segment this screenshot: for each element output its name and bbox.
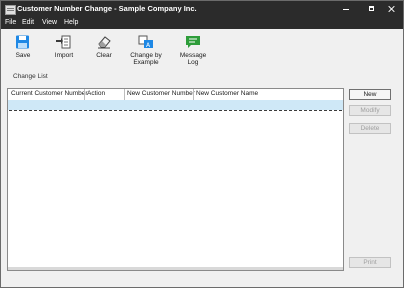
title-bar[interactable]: Customer Number Change - Sample Company …: [1, 1, 403, 18]
new-button-label: New: [363, 91, 377, 98]
new-row-placeholder[interactable]: [8, 100, 343, 110]
column-new-customer-name[interactable]: New Customer Name: [196, 90, 258, 97]
modify-button-label: Modify: [360, 107, 380, 114]
clear-button[interactable]: Clear: [91, 32, 117, 68]
app-icon: [5, 5, 16, 15]
close-button[interactable]: [382, 2, 402, 16]
column-separator: [124, 89, 125, 100]
change-list-grid[interactable]: Current Customer Number Action New Custo…: [7, 88, 344, 271]
save-label: Save: [15, 52, 31, 59]
change-by-example-button[interactable]: A Change by Example: [127, 32, 165, 68]
delete-button-label: Delete: [360, 125, 380, 132]
maximize-button[interactable]: [362, 2, 382, 16]
column-current-customer-number[interactable]: Current Customer Number: [11, 90, 88, 97]
save-icon: [16, 35, 29, 49]
message-log-label-1: Message: [179, 52, 207, 59]
toolbar: Save Import Clear A Change by Example Me…: [1, 29, 403, 71]
change-by-example-icon: A: [138, 35, 153, 49]
modify-button[interactable]: Modify: [349, 105, 391, 116]
import-button[interactable]: Import: [51, 32, 77, 68]
import-icon: [56, 35, 71, 49]
change-list-label: Change List: [13, 73, 48, 80]
print-button-label: Print: [363, 259, 377, 266]
menu-bar: File Edit View Help: [1, 18, 403, 29]
menu-file[interactable]: File: [5, 19, 16, 26]
menu-edit[interactable]: Edit: [22, 19, 34, 26]
new-button[interactable]: New: [349, 89, 391, 100]
change-by-example-label-1: Change by: [130, 52, 162, 59]
change-by-example-label-2: Example: [133, 59, 159, 66]
column-action[interactable]: Action: [87, 90, 105, 97]
save-button[interactable]: Save: [9, 32, 37, 68]
message-log-label-2: Log: [187, 59, 199, 66]
column-separator: [193, 89, 194, 100]
print-button[interactable]: Print: [349, 257, 391, 268]
minimize-button[interactable]: [336, 2, 356, 16]
row-focus-indicator: [9, 110, 342, 112]
menu-view[interactable]: View: [42, 19, 57, 26]
message-log-button[interactable]: Message Log: [177, 32, 209, 68]
window-title: Customer Number Change - Sample Company …: [17, 4, 197, 13]
app-window: Customer Number Change - Sample Company …: [0, 0, 404, 288]
column-new-customer-number[interactable]: New Customer Number: [127, 90, 195, 97]
import-label: Import: [54, 52, 74, 59]
delete-button[interactable]: Delete: [349, 123, 391, 134]
menu-help[interactable]: Help: [64, 19, 78, 26]
column-separator: [84, 89, 85, 100]
message-log-icon: [186, 36, 200, 48]
eraser-icon: [98, 36, 111, 49]
horizontal-scrollbar[interactable]: [8, 267, 343, 270]
clear-label: Clear: [96, 52, 112, 59]
